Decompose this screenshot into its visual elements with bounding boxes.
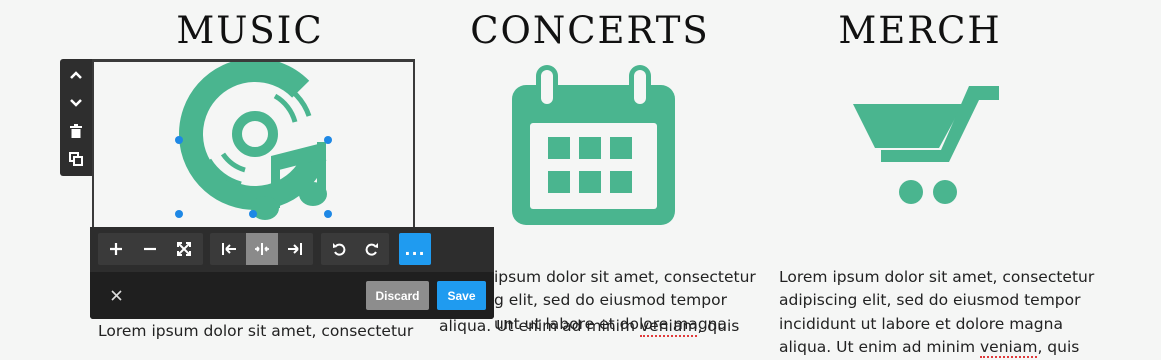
title-merch: MERCH — [838, 9, 1002, 52]
resize-handle[interactable] — [175, 136, 183, 144]
text-line: , quis — [1037, 338, 1080, 356]
resize-handle[interactable] — [324, 136, 332, 144]
text-line: , quis — [697, 317, 740, 335]
resize-handle[interactable] — [249, 210, 257, 218]
music-text: Lorem ipsum dolor sit amet, consectetur — [98, 322, 414, 340]
text-line: ipsum dolor sit amet, consectetur — [494, 267, 756, 286]
text-line: aliqua. Ut enim ad minim — [439, 317, 640, 335]
align-left-icon[interactable] — [213, 233, 245, 265]
undo-icon[interactable] — [323, 233, 355, 265]
text-line: g elit, sed do eiusmod tempor — [494, 291, 727, 309]
history-group — [321, 233, 389, 265]
title-concerts: CONCERTS — [470, 9, 710, 52]
shopping-cart-icon — [853, 86, 999, 204]
text-line: incididunt ut labore et dolore magna — [779, 314, 1063, 333]
text-line: Lorem ipsum dolor sit amet, consectetur — [779, 267, 1095, 286]
image-action-bar — [90, 272, 494, 319]
duplicate-icon[interactable] — [60, 145, 92, 173]
block-side-toolbar — [60, 59, 92, 176]
image-edit-panel: ... Discard Save — [90, 227, 494, 319]
delete-icon[interactable] — [60, 117, 92, 145]
align-group — [210, 233, 313, 265]
calendar-icon — [512, 65, 675, 225]
title-music: MUSIC — [176, 9, 324, 52]
more-options-button[interactable]: ... — [399, 233, 431, 265]
move-down-icon[interactable] — [60, 89, 92, 117]
zoom-group — [98, 233, 203, 265]
zoom-in-icon[interactable] — [100, 233, 132, 265]
zoom-out-icon[interactable] — [134, 233, 166, 265]
save-button[interactable]: Save — [437, 281, 486, 310]
resize-handle[interactable] — [324, 210, 332, 218]
text-line: adipiscing elit, sed do eiusmod tempor — [779, 291, 1081, 309]
align-right-icon[interactable] — [279, 233, 311, 265]
music-disc-icon[interactable] — [175, 62, 340, 222]
move-up-icon[interactable] — [60, 61, 92, 89]
spellcheck-word: veniam — [640, 317, 698, 337]
discard-button[interactable]: Discard — [366, 281, 429, 310]
spellcheck-word: veniam — [980, 338, 1038, 358]
redo-icon[interactable] — [356, 233, 388, 265]
fit-icon[interactable] — [168, 233, 200, 265]
close-icon[interactable] — [106, 285, 126, 305]
image-toolbar: ... — [90, 227, 494, 272]
text-line: aliqua. Ut enim ad minim — [779, 338, 980, 356]
align-center-icon[interactable] — [246, 233, 278, 265]
resize-handle[interactable] — [175, 210, 183, 218]
